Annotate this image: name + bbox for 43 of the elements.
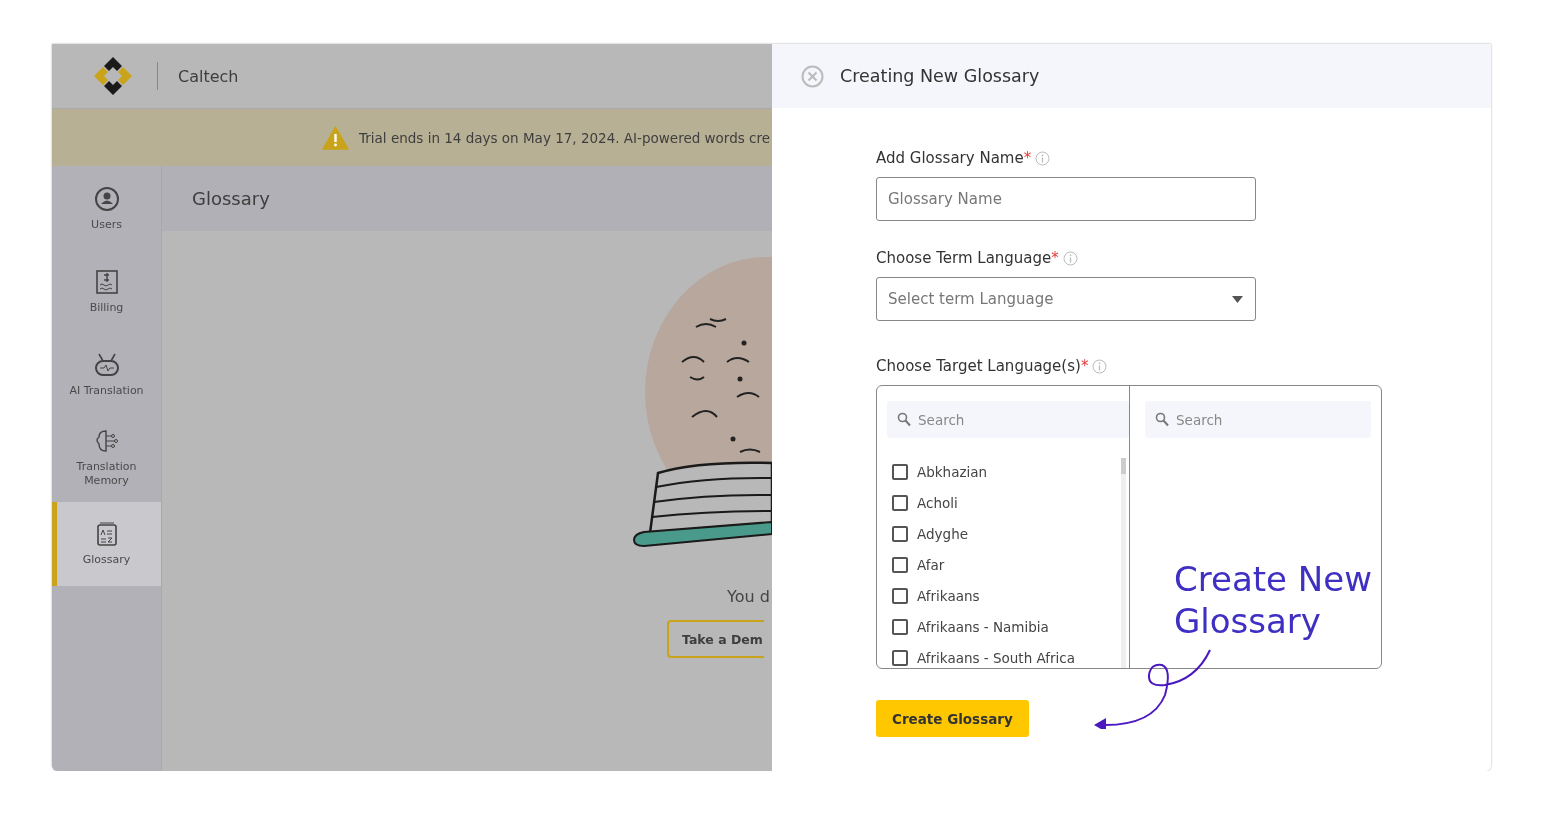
language-option[interactable]: Abkhazian xyxy=(917,464,988,480)
language-option[interactable]: Afrikaans xyxy=(917,588,980,604)
language-dropdown[interactable]: Select term Language xyxy=(876,277,1256,321)
sidebar-icon xyxy=(93,269,120,295)
sidebar-item[interactable]: AI Translation xyxy=(52,336,161,414)
language-option[interactable]: Acholi xyxy=(917,495,958,511)
checkbox[interactable] xyxy=(892,650,908,666)
checkbox[interactable] xyxy=(892,588,908,604)
field-label: Choose Target Language(s)* xyxy=(876,357,1089,375)
checkbox[interactable] xyxy=(892,619,908,635)
search-field[interactable]: Search xyxy=(887,401,1129,438)
create-glossary-button[interactable]: Create Glossary xyxy=(876,700,1029,737)
checkbox[interactable] xyxy=(892,526,908,542)
sidebar-icon xyxy=(93,186,120,212)
field-label: Choose Term Language* xyxy=(876,249,1059,267)
warning-icon xyxy=(322,125,349,150)
annotation-text: Create New Glossary xyxy=(1174,558,1373,642)
language-option[interactable]: Afrikaans - South Africa xyxy=(917,650,1075,666)
trial-banner-text: Trial ends in 14 days on May 17, 2024. AI-powered words cre xyxy=(359,129,771,146)
sidebar-item[interactable]: Glossary xyxy=(52,502,161,586)
scrollbar-thumb[interactable] xyxy=(1121,458,1126,474)
glossary-name-field[interactable]: Glossary Name xyxy=(876,177,1256,221)
language-option[interactable]: Afrikaans - Namibia xyxy=(917,619,1049,635)
sidebar-item[interactable]: Billing xyxy=(52,253,161,331)
field-label: Add Glossary Name* xyxy=(876,149,1032,167)
sidebar-icon xyxy=(93,352,120,378)
sidebar-icon xyxy=(93,428,120,454)
search-icon xyxy=(1155,412,1169,427)
sidebar-item[interactable]: Translation Memory xyxy=(52,419,161,497)
language-option[interactable]: Adyghe xyxy=(917,526,968,542)
page-title: Glossary xyxy=(162,166,772,231)
caret-icon xyxy=(1232,295,1243,303)
checkbox[interactable] xyxy=(892,557,908,573)
search-field[interactable]: Search xyxy=(1145,401,1371,438)
panel-title: Creating New Glossary xyxy=(840,66,1040,86)
take-demo-button[interactable]: Take a Dem xyxy=(667,620,764,658)
org-name: Caltech xyxy=(178,66,239,86)
empty-state-text: You d xyxy=(727,587,770,606)
language-option[interactable]: Afar xyxy=(917,557,945,573)
search-icon xyxy=(897,412,911,427)
sidebar-item[interactable]: Users xyxy=(52,170,161,248)
checkbox[interactable] xyxy=(892,495,908,511)
checkbox[interactable] xyxy=(892,464,908,480)
